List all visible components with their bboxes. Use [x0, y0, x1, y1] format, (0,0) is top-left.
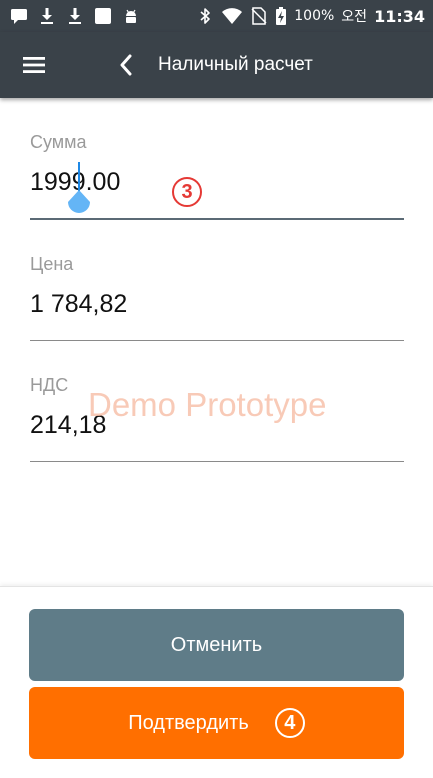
- hamburger-menu-icon: [22, 55, 46, 75]
- no-sim-icon: [250, 7, 268, 25]
- clock: 11:34: [374, 6, 425, 26]
- battery-percent: 100%: [294, 8, 335, 24]
- demo-watermark: Demo Prototype: [88, 386, 327, 423]
- menu-button[interactable]: [14, 47, 54, 83]
- app-bar: Наличный расчет: [0, 32, 433, 98]
- time-period: 오전: [341, 9, 368, 25]
- blank-square-icon: [94, 7, 112, 25]
- notification-icons: [10, 5, 140, 27]
- sum-underline: [30, 218, 404, 220]
- battery-charging-icon: [275, 7, 287, 25]
- back-button[interactable]: [108, 47, 144, 83]
- vat-underline: [30, 461, 404, 462]
- price-underline: [30, 340, 404, 341]
- download-icon: [38, 7, 56, 25]
- status-bar: 100% 오전 11:34: [0, 0, 433, 32]
- step-3-marker: 3: [172, 177, 202, 207]
- chevron-left-icon: [118, 53, 134, 77]
- cancel-button-label: Отменить: [170, 633, 263, 656]
- sum-label: Сумма: [30, 132, 87, 152]
- system-status: 100% 오전 11:34: [196, 5, 425, 27]
- action-panel: Отменить Подтвердить 4: [0, 586, 433, 778]
- wifi-icon: [221, 7, 243, 25]
- page-title: Наличный расчет: [158, 54, 313, 75]
- price-label: Цена: [30, 254, 74, 274]
- cancel-button[interactable]: Отменить: [29, 609, 404, 681]
- price-field: Цена 1 784,82: [30, 254, 404, 344]
- step-4-marker: 4: [274, 708, 305, 738]
- bluetooth-icon: [196, 7, 214, 25]
- sum-input-area[interactable]: 1999.00: [30, 162, 404, 222]
- confirm-button[interactable]: Подтвердить 4: [29, 687, 404, 759]
- price-value: 1 784,82: [30, 290, 128, 318]
- download-icon: [66, 7, 84, 25]
- android-icon: [122, 7, 140, 25]
- sum-field[interactable]: Сумма 1999.00: [30, 132, 404, 232]
- cursor-handle[interactable]: [65, 190, 93, 218]
- confirm-button-label: Подтвердить: [128, 711, 249, 734]
- message-icon: [10, 7, 28, 25]
